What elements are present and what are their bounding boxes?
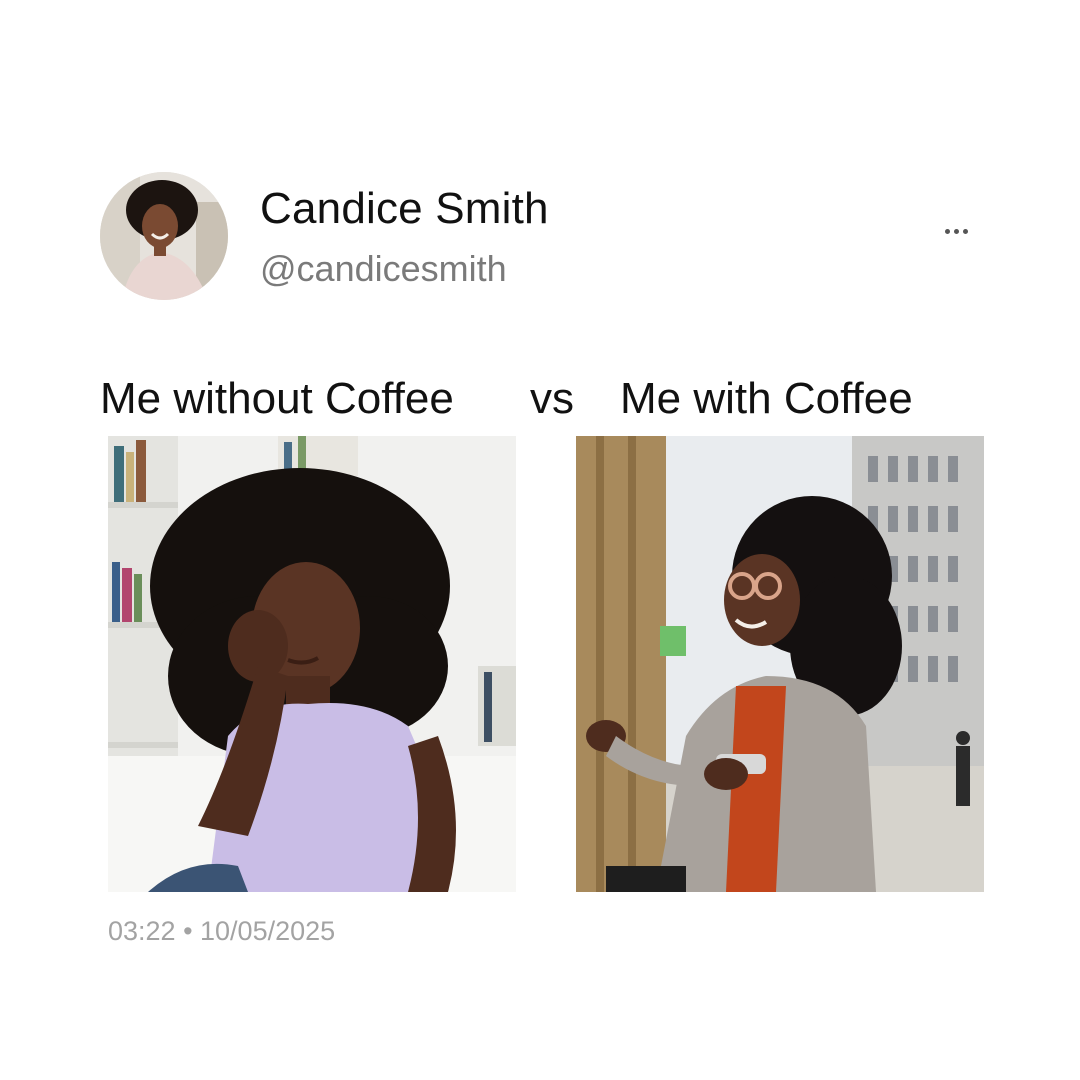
avatar-photo — [100, 172, 228, 300]
more-options-icon[interactable] — [934, 216, 978, 246]
post-timestamp: 03:22 • 10/05/2025 — [108, 916, 336, 946]
caption-separator: vs — [530, 374, 574, 423]
author-name[interactable]: Candice Smith — [260, 184, 549, 234]
author-handle[interactable]: @candicesmith — [260, 248, 507, 290]
caption-left: Me without Coffee — [100, 374, 454, 423]
social-post: Candice Smith @candicesmith Me without C… — [0, 0, 1080, 1080]
caption-right: Me with Coffee — [620, 374, 913, 423]
photo-tired-woman[interactable] — [108, 436, 516, 892]
avatar[interactable] — [100, 172, 228, 300]
post-caption: Me without Coffee vs Me with Coffee — [0, 374, 1080, 430]
photo-happy-woman[interactable] — [576, 436, 984, 892]
